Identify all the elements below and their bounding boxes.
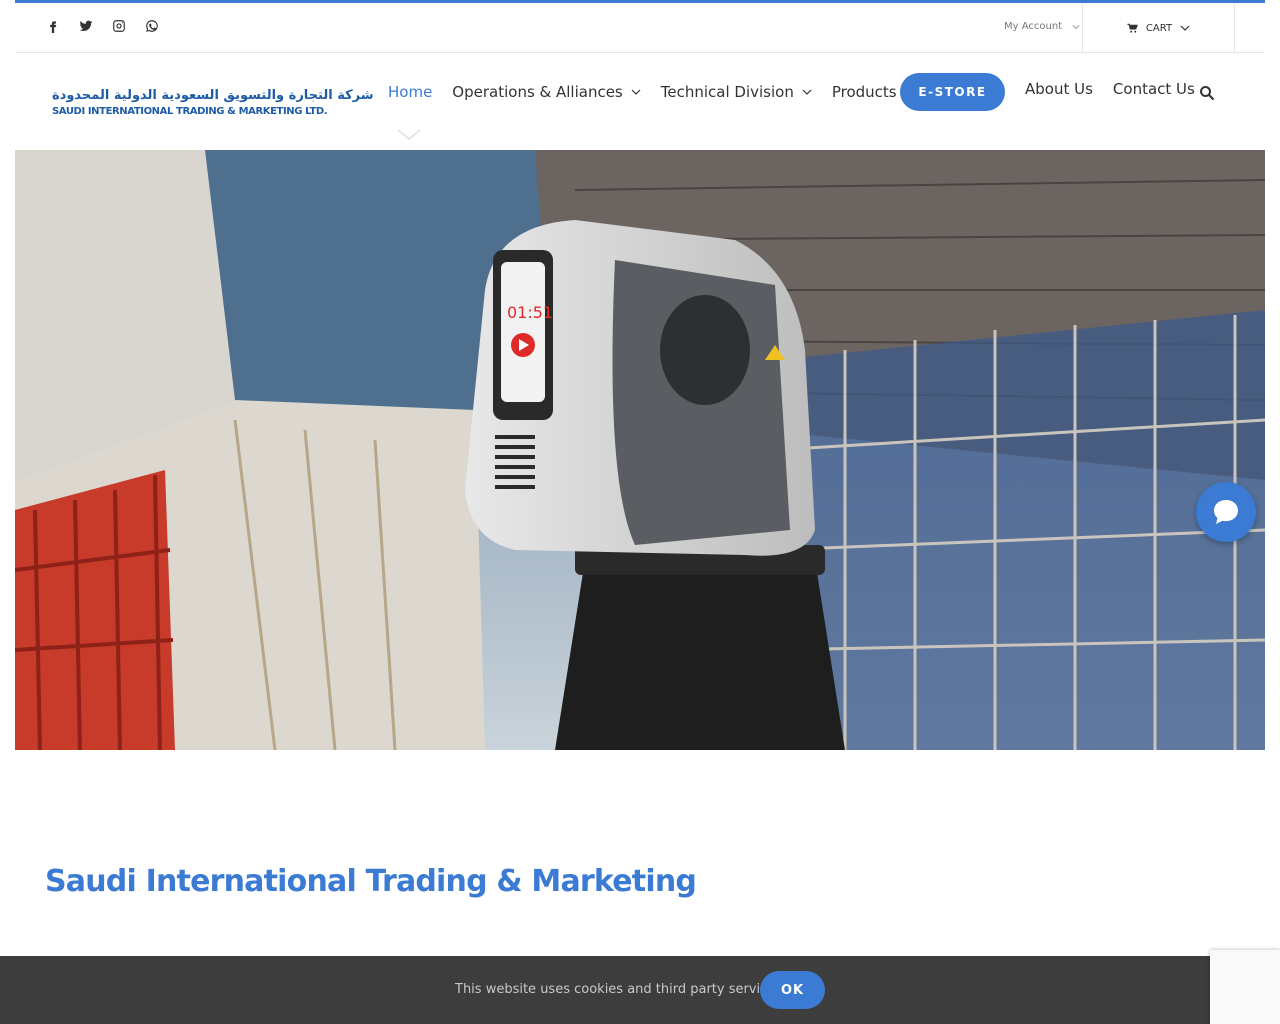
whatsapp-icon[interactable] bbox=[144, 18, 160, 34]
nav-technical-division[interactable]: Technical Division bbox=[661, 83, 812, 101]
cart-icon bbox=[1127, 23, 1138, 33]
main-navigation: Home Operations & Alliances Technical Di… bbox=[388, 80, 935, 104]
logo-text: شركة التجارة والتسويق السعودية الدولية ا… bbox=[52, 88, 374, 117]
facebook-icon[interactable] bbox=[45, 18, 61, 34]
twitter-icon[interactable] bbox=[78, 18, 94, 34]
nav-contact-label: Contact Us bbox=[1112, 80, 1195, 98]
cookie-banner: This website uses cookies and third part… bbox=[0, 956, 1280, 1024]
page-title: Saudi International Trading & Marketing bbox=[45, 864, 697, 899]
nav-technical-label: Technical Division bbox=[660, 83, 794, 101]
logo-english-text: SAUDI INTERNATIONAL TRADING & MARKETING … bbox=[52, 105, 328, 117]
active-indicator-arrow-icon bbox=[397, 129, 421, 140]
nav-operations-label: Operations & Alliances bbox=[452, 83, 623, 101]
nav-about-label: About Us bbox=[1025, 80, 1093, 98]
chat-bubble-icon bbox=[1214, 500, 1238, 524]
my-account-label: My Account bbox=[1004, 21, 1063, 32]
chevron-down-icon bbox=[1180, 25, 1190, 31]
secondary-navigation: About Us Contact Us bbox=[1025, 80, 1195, 98]
social-links bbox=[45, 18, 160, 34]
nav-about-us[interactable]: About Us bbox=[1025, 80, 1093, 98]
cart-menu[interactable]: CART bbox=[1082, 3, 1235, 53]
estore-button[interactable]: E-STORE bbox=[900, 73, 1005, 111]
cookie-ok-button[interactable]: OK bbox=[760, 971, 825, 1009]
nav-contact-us[interactable]: Contact Us bbox=[1113, 80, 1195, 98]
search-icon[interactable] bbox=[1199, 85, 1215, 101]
chat-widget-button[interactable] bbox=[1196, 482, 1256, 542]
my-account-menu[interactable]: My Account bbox=[1004, 21, 1080, 32]
nav-home-label: Home bbox=[388, 83, 433, 101]
chevron-down-icon bbox=[631, 89, 641, 95]
logo-arabic-text: شركة التجارة والتسويق السعودية الدولية ا… bbox=[52, 87, 374, 103]
cookie-message: This website uses cookies and third part… bbox=[455, 982, 787, 997]
svg-text:01:51: 01:51 bbox=[507, 303, 553, 322]
laser-scanner-photo: 01:51 bbox=[15, 150, 1265, 750]
nav-home[interactable]: Home bbox=[388, 83, 432, 101]
nav-products-label: Products bbox=[831, 83, 897, 101]
company-logo[interactable]: شركة التجارة والتسويق السعودية الدولية ا… bbox=[48, 80, 374, 124]
main-header: شركة التجارة والتسويق السعودية الدولية ا… bbox=[15, 54, 1265, 150]
hero-image: 01:51 bbox=[15, 150, 1265, 750]
nav-operations-alliances[interactable]: Operations & Alliances bbox=[452, 83, 641, 101]
top-bar: My Account CART bbox=[15, 3, 1265, 53]
recaptcha-badge[interactable] bbox=[1210, 950, 1280, 1024]
chevron-down-icon bbox=[1072, 24, 1080, 29]
instagram-icon[interactable] bbox=[111, 18, 127, 34]
chevron-down-icon bbox=[802, 89, 812, 95]
cart-label: CART bbox=[1145, 22, 1173, 34]
